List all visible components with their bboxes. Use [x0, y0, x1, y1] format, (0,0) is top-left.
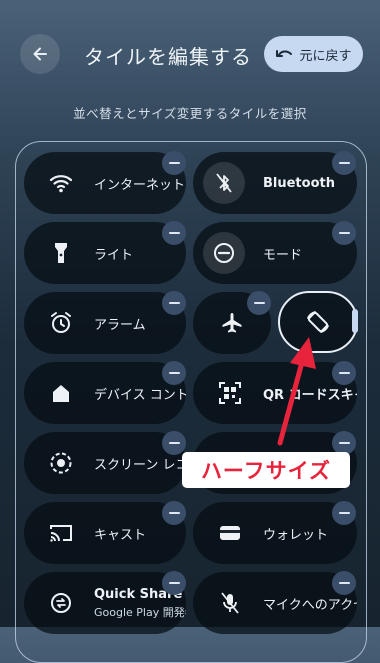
remove-tile-button[interactable]: [332, 221, 356, 245]
airplane-icon: [217, 308, 247, 338]
remove-tile-button[interactable]: [247, 291, 271, 315]
remove-tile-button[interactable]: [162, 151, 186, 175]
quick-share-icon: [46, 588, 76, 618]
remove-tile-button[interactable]: [162, 431, 186, 455]
tile-label: モード: [263, 247, 303, 263]
tile-label: アラーム: [94, 317, 146, 333]
remove-tile-button[interactable]: [162, 361, 186, 385]
tile-label: キャスト: [94, 527, 147, 543]
back-button[interactable]: [20, 34, 60, 74]
remove-tile-button[interactable]: [162, 501, 186, 525]
screen-record-icon: [46, 448, 76, 478]
arrow-left-icon: [33, 47, 47, 61]
remove-tile-button[interactable]: [162, 291, 186, 315]
remove-tile-button[interactable]: [332, 501, 356, 525]
resize-handle[interactable]: [352, 309, 358, 333]
tile-label: ウォレット: [263, 527, 329, 543]
wifi-icon: [46, 168, 76, 198]
cast-icon: [46, 518, 76, 548]
page-title: タイルを編集する: [84, 45, 252, 69]
remove-tile-button[interactable]: [162, 571, 186, 595]
home-icon: [46, 378, 76, 408]
instruction-text: 並べ替えとサイズ変更するタイルを選択: [73, 106, 307, 121]
remove-tile-button[interactable]: [162, 221, 186, 245]
remove-tile-button[interactable]: [332, 151, 356, 175]
tile-label: マイクへのアクセス: [263, 597, 357, 613]
flashlight-icon: [46, 238, 76, 268]
undo-button[interactable]: 元に戻す: [264, 36, 363, 72]
undo-icon: [276, 50, 293, 57]
remove-tile-button[interactable]: [332, 571, 356, 595]
alarm-icon: [46, 308, 76, 338]
wallet-icon: [215, 518, 245, 548]
mic-off-icon: [215, 588, 245, 618]
qr-code-icon: [215, 378, 245, 408]
tile-label: インターネット: [94, 177, 186, 193]
tile-label: スクリーン レコード: [94, 457, 186, 473]
annotation-arrow: [277, 337, 316, 446]
annotation-label: ハーフサイズ: [182, 452, 350, 488]
tile-subtitle: Google Play 開発者: [94, 605, 186, 619]
tile-label: ライト: [94, 247, 134, 263]
tile-label: デバイス コントロール: [94, 387, 186, 403]
do-not-disturb-icon: [203, 232, 245, 274]
tile-label: Bluetooth: [263, 175, 335, 191]
remove-tile-button[interactable]: [332, 361, 356, 385]
bluetooth-off-icon: [203, 162, 245, 204]
undo-label: 元に戻す: [299, 48, 352, 64]
